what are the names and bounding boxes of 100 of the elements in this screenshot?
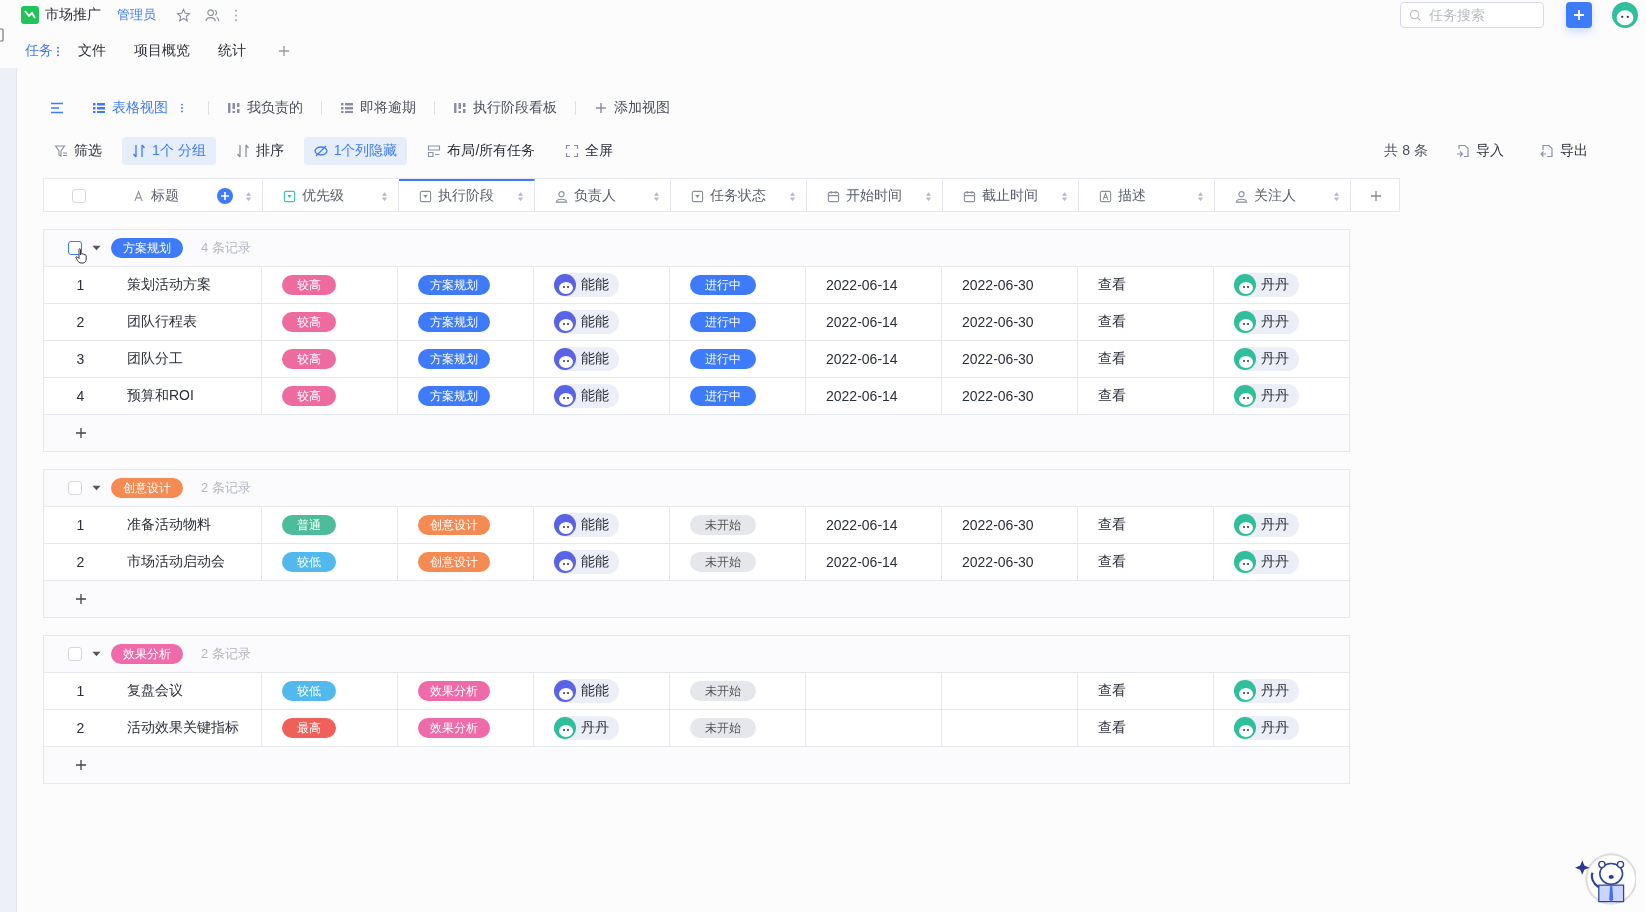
- members-icon[interactable]: [205, 7, 220, 23]
- toolbar-button[interactable]: 全屏: [555, 137, 624, 165]
- tab[interactable]: 项目概览: [134, 42, 190, 60]
- column-header[interactable]: 负责人: [535, 179, 671, 211]
- text-box-icon: [1099, 189, 1112, 203]
- description-link[interactable]: 查看: [1098, 682, 1126, 700]
- description-link[interactable]: 查看: [1098, 276, 1126, 294]
- view-tab[interactable]: 执行阶段看板: [449, 99, 561, 117]
- sort-icon[interactable]: [517, 190, 524, 202]
- stage-tag: 效果分析: [418, 681, 490, 701]
- toolbar-button[interactable]: 排序: [225, 137, 294, 165]
- import-button[interactable]: 导入: [1446, 137, 1514, 165]
- column-header[interactable]: 截止时间: [943, 179, 1079, 211]
- tab[interactable]: 统计: [218, 42, 246, 60]
- task-title: 准备活动物料: [126, 516, 211, 534]
- toolbar-button[interactable]: 布局/所有任务: [417, 137, 546, 165]
- description-link[interactable]: 查看: [1098, 387, 1126, 405]
- column-header[interactable]: 开始时间: [807, 179, 943, 211]
- person-chip[interactable]: 能能: [554, 550, 619, 574]
- menu-icon[interactable]: [50, 102, 64, 114]
- due-date: 2022-06-30: [962, 388, 1034, 404]
- select-all-checkbox[interactable]: [72, 189, 86, 203]
- description-link[interactable]: 查看: [1098, 350, 1126, 368]
- person-chip[interactable]: 丹丹: [1234, 310, 1299, 334]
- due-date: 2022-06-30: [962, 277, 1034, 293]
- person-chip[interactable]: 能能: [554, 347, 619, 371]
- view-tab[interactable]: 表格视图: [88, 99, 188, 117]
- sort-icon[interactable]: [245, 190, 252, 202]
- plus-icon: [1573, 9, 1585, 21]
- person-chip[interactable]: 能能: [554, 679, 619, 703]
- search-field[interactable]: 任务搜索: [1400, 2, 1544, 28]
- column-header[interactable]: 标题: [44, 179, 263, 211]
- view-tab[interactable]: 即将逾期: [336, 99, 420, 117]
- app-logo-icon: [21, 6, 39, 24]
- view-tab[interactable]: 添加视图: [590, 99, 674, 117]
- sort-icon[interactable]: [1197, 190, 1204, 202]
- person-chip[interactable]: 丹丹: [1234, 550, 1299, 574]
- person-chip[interactable]: 能能: [554, 310, 619, 334]
- row-number: 2: [75, 554, 86, 570]
- column-header[interactable]: 描述: [1079, 179, 1215, 211]
- role-label[interactable]: 管理员: [117, 6, 156, 24]
- priority-tag: 较高: [282, 275, 336, 295]
- status-tag: 未开始: [690, 718, 756, 738]
- description-link[interactable]: 查看: [1098, 313, 1126, 331]
- list-icon: [340, 102, 354, 114]
- add-field-icon[interactable]: [217, 188, 233, 204]
- toolbar-button[interactable]: 筛选: [44, 137, 112, 165]
- column-header[interactable]: 执行阶段: [399, 179, 535, 211]
- person-chip[interactable]: 能能: [554, 513, 619, 537]
- person-chip[interactable]: 丹丹: [1234, 513, 1299, 537]
- person-chip[interactable]: 丹丹: [1234, 716, 1299, 740]
- person-chip[interactable]: 丹丹: [1234, 273, 1299, 297]
- tool-sort-icon: [235, 144, 250, 158]
- row-number: 2: [75, 720, 86, 736]
- person-chip[interactable]: 丹丹: [1234, 679, 1299, 703]
- task-title: 复盘会议: [126, 682, 183, 700]
- star-icon[interactable]: [176, 7, 191, 23]
- person-chip[interactable]: 能能: [554, 273, 619, 297]
- add-row-icon[interactable]: [75, 759, 87, 771]
- stage-tag: 方案规划: [418, 386, 490, 406]
- add-button[interactable]: [1566, 2, 1592, 28]
- person-chip[interactable]: 能能: [554, 384, 619, 408]
- person-chip[interactable]: 丹丹: [1234, 347, 1299, 371]
- description-link[interactable]: 查看: [1098, 719, 1126, 737]
- sort-icon[interactable]: [925, 190, 932, 202]
- caret-icon[interactable]: [92, 485, 101, 491]
- user-avatar-icon[interactable]: [1612, 2, 1638, 28]
- caret-icon[interactable]: [92, 245, 101, 251]
- more-icon[interactable]: [180, 102, 184, 114]
- column-header[interactable]: 关注人: [1215, 179, 1351, 211]
- description-link[interactable]: 查看: [1098, 553, 1126, 571]
- column-header[interactable]: 任务状态: [671, 179, 807, 211]
- more-icon[interactable]: [56, 44, 60, 58]
- record-count: 2 条记录: [201, 645, 251, 663]
- add-tab-icon[interactable]: [278, 45, 290, 57]
- sort-icon[interactable]: [1333, 190, 1340, 202]
- sort-icon[interactable]: [1061, 190, 1068, 202]
- list-icon: [92, 102, 106, 114]
- person-chip[interactable]: 丹丹: [1234, 384, 1299, 408]
- sort-icon[interactable]: [789, 190, 796, 202]
- tab[interactable]: 任务: [25, 42, 60, 60]
- caret-icon[interactable]: [92, 651, 101, 657]
- add-row-icon[interactable]: [75, 593, 87, 605]
- tab[interactable]: 文件: [78, 42, 106, 60]
- start-date: 2022-06-14: [826, 388, 898, 404]
- column-header[interactable]: 优先级: [263, 179, 399, 211]
- export-button[interactable]: 导出: [1530, 137, 1598, 165]
- description-link[interactable]: 查看: [1098, 516, 1126, 534]
- task-title: 团队行程表: [126, 313, 197, 331]
- sort-icon[interactable]: [381, 190, 388, 202]
- bear-assistant-icon[interactable]: [1574, 850, 1636, 908]
- view-tab[interactable]: 我负责的: [223, 99, 307, 117]
- tool-layout-icon: [427, 144, 442, 158]
- add-row-icon[interactable]: [75, 427, 87, 439]
- stage-tag: 创意设计: [418, 515, 490, 535]
- sort-icon[interactable]: [653, 190, 660, 202]
- stage-tag: 方案规划: [418, 275, 490, 295]
- status-tag: 未开始: [690, 681, 756, 701]
- more-icon[interactable]: [234, 8, 238, 22]
- person-chip[interactable]: 丹丹: [554, 716, 619, 740]
